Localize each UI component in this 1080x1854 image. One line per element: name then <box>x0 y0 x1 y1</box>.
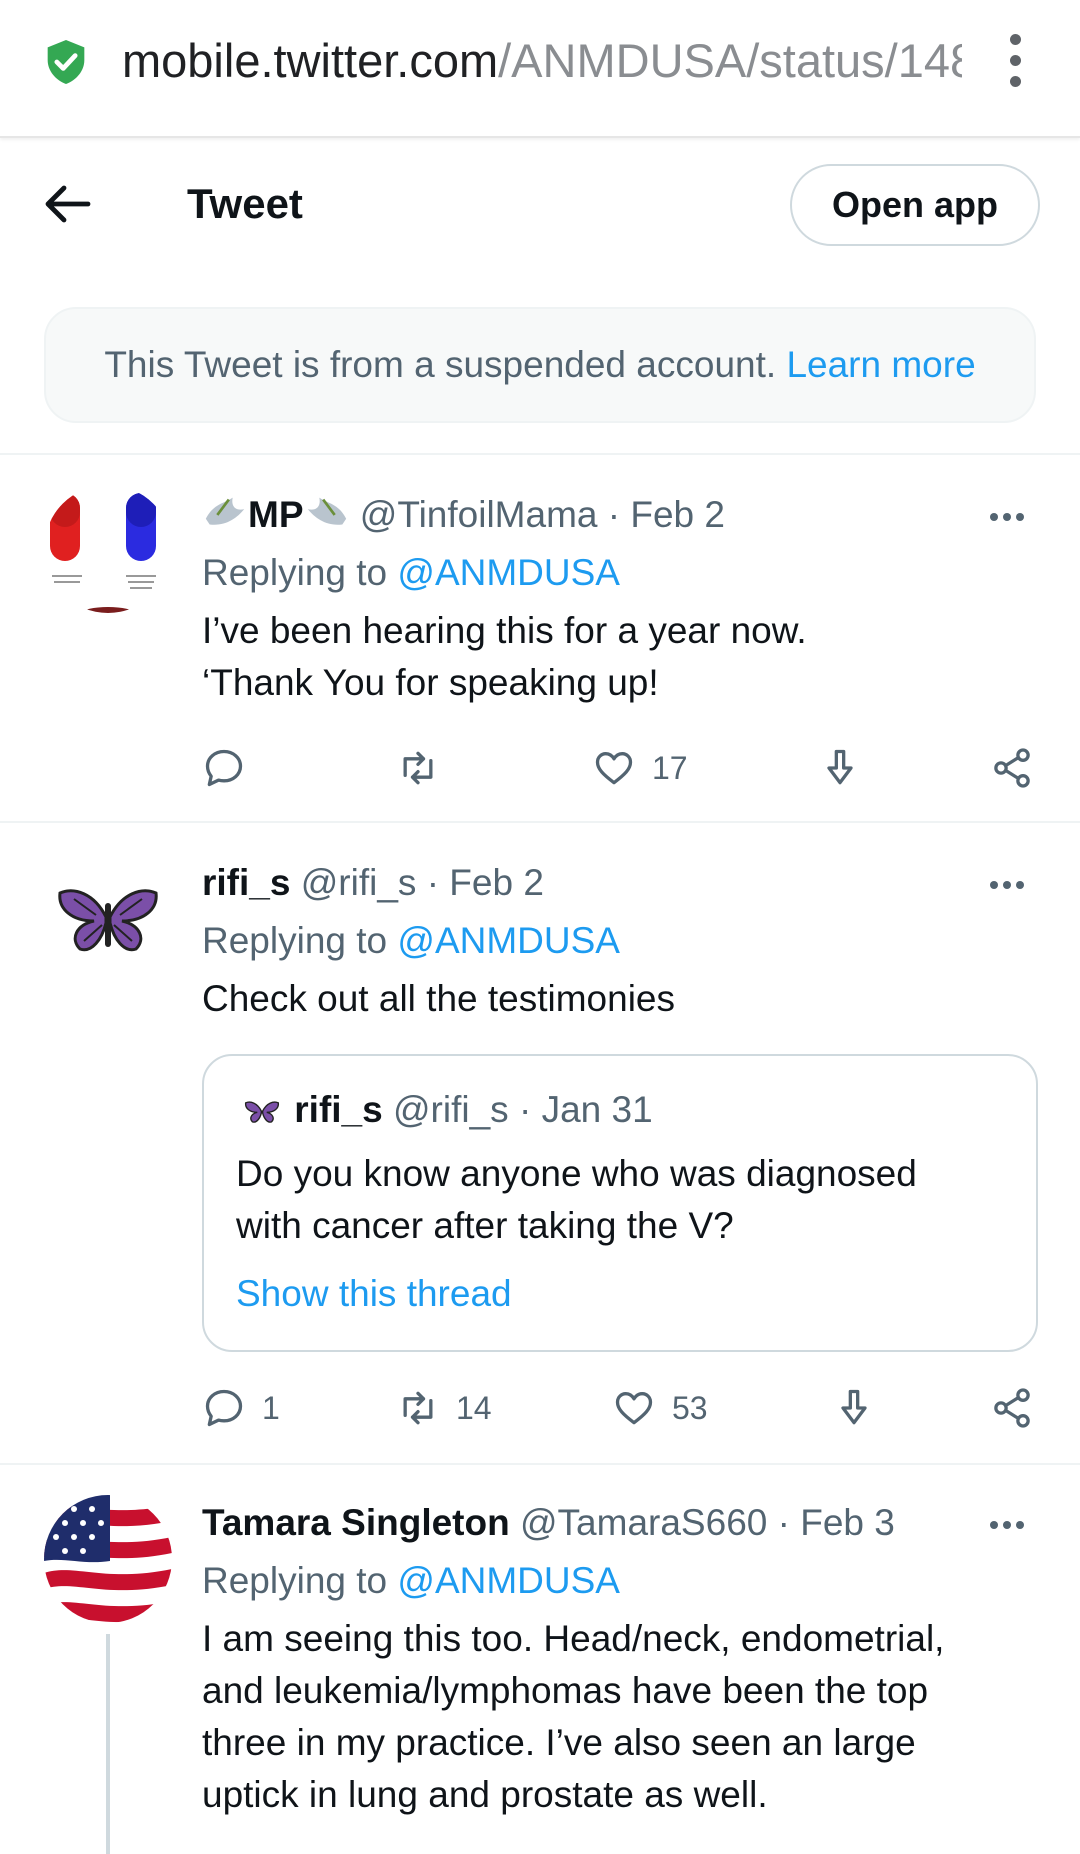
tweet-actions: 1 14 53 <box>0 1383 1080 1433</box>
handle[interactable]: @TamaraS660 <box>520 1502 767 1543</box>
like-count: 53 <box>672 1389 708 1426</box>
tweet-line: I am seeing this too. Head/neck, endomet… <box>202 1618 945 1659</box>
tweet-header: Tweet Open app <box>0 140 1080 270</box>
learn-more-link[interactable]: Learn more <box>786 344 975 385</box>
display-name[interactable]: Tamara Singleton <box>202 1502 510 1543</box>
more-options-icon[interactable] <box>990 1516 1034 1530</box>
share-icon <box>994 748 1030 788</box>
more-options-icon[interactable] <box>990 508 1034 522</box>
dove-icon <box>205 497 245 525</box>
quoted-date: · Jan 31 <box>518 1089 653 1130</box>
download-icon <box>841 1389 867 1425</box>
replying-handle[interactable]: @ANMDUSA <box>397 1560 620 1601</box>
replying-label: Replying to <box>202 920 388 961</box>
thread-connector-line <box>106 1634 110 1854</box>
reply-button[interactable]: 1 <box>202 1383 280 1433</box>
replying-handle[interactable]: @ANMDUSA <box>397 920 620 961</box>
american-flag-image <box>44 1495 172 1623</box>
replying-handle[interactable]: @ANMDUSA <box>397 552 620 593</box>
reply-icon <box>205 1389 243 1427</box>
browser-url-bar[interactable]: mobile.twitter.com/ANMDUSA/status/148 <box>0 0 1080 138</box>
share-button[interactable] <box>990 743 1034 793</box>
handle[interactable]: @TinfoilMama <box>360 494 598 535</box>
avatar[interactable] <box>44 853 172 981</box>
kebab-menu-icon[interactable] <box>1000 34 1030 88</box>
tweet-line: ‘Thank You for speaking up! <box>202 662 659 703</box>
reply-tweet[interactable]: rifi_s @rifi_s · Feb 2 Replying to @ANMD… <box>0 823 1080 1463</box>
reply-button[interactable] <box>202 743 246 793</box>
like-button[interactable]: 53 <box>612 1383 708 1433</box>
tweet-date[interactable]: · Feb 2 <box>427 862 544 903</box>
quoted-line: with cancer after taking the V? <box>236 1205 734 1246</box>
retweet-button[interactable] <box>396 743 440 793</box>
heart-icon <box>595 752 633 785</box>
handle[interactable]: @rifi_s <box>301 862 417 903</box>
url-text[interactable]: mobile.twitter.com/ANMDUSA/status/148 <box>122 30 962 92</box>
like-button[interactable]: 17 <box>592 743 688 793</box>
download-button[interactable] <box>818 743 862 793</box>
quoted-line: Do you know anyone who was diagnosed <box>236 1153 917 1194</box>
avatar[interactable] <box>44 485 172 613</box>
tweet-line: I’ve been hearing this for a year now. <box>202 610 807 651</box>
replying-to: Replying to @ANMDUSA <box>202 915 620 967</box>
quoted-display-name: rifi_s <box>294 1089 383 1130</box>
display-name[interactable]: MP <box>248 494 304 535</box>
tweet-text: Check out all the testimonies <box>202 973 1022 1025</box>
retweet-icon <box>403 1391 433 1425</box>
tweet-line: and leukemia/lymphomas have been the top <box>202 1670 929 1711</box>
download-icon <box>827 749 853 785</box>
purple-butterfly-image <box>44 853 172 981</box>
reply-count: 1 <box>262 1389 280 1426</box>
quoted-handle: @rifi_s <box>393 1089 509 1130</box>
reply-tweet[interactable]: Tamara Singleton @TamaraS660 · Feb 3 Rep… <box>0 1465 1080 1854</box>
tweet-date[interactable]: · Feb 2 <box>608 494 725 535</box>
replying-to: Replying to @ANMDUSA <box>202 1555 620 1607</box>
avatar[interactable] <box>44 1495 172 1623</box>
red-blue-pills-image <box>44 485 172 613</box>
dove-icon <box>307 497 346 525</box>
tweet-meta: rifi_s @rifi_s · Feb 2 <box>202 857 544 909</box>
retweet-count: 14 <box>456 1389 492 1426</box>
tweet-text: I’ve been hearing this for a year now. ‘… <box>202 605 1022 709</box>
url-host: mobile.twitter.com <box>122 34 499 87</box>
tweet-line: three in my practice. I’ve also seen an … <box>202 1722 916 1763</box>
url-path: /ANMDUSA/status/148 <box>498 34 962 87</box>
retweet-icon <box>403 751 433 785</box>
tweet-meta: MP @TinfoilMama · Feb 2 <box>202 489 725 541</box>
show-thread-link[interactable]: Show this thread <box>236 1268 512 1320</box>
suspended-notice-text: This Tweet is from a suspended account. <box>104 344 777 385</box>
retweet-button[interactable]: 14 <box>396 1383 492 1433</box>
more-options-icon[interactable] <box>990 876 1034 890</box>
replying-label: Replying to <box>202 552 388 593</box>
shield-check-icon <box>47 40 85 84</box>
tweet-line: Check out all the testimonies <box>202 978 676 1019</box>
like-count: 17 <box>652 749 688 786</box>
tweet-actions: 17 <box>0 743 1080 793</box>
quoted-tweet-meta: rifi_s @rifi_s · Jan 31 <box>240 1084 653 1136</box>
reply-icon <box>205 749 243 787</box>
tweet-date[interactable]: · Feb 3 <box>778 1502 895 1543</box>
butterfly-icon <box>244 1101 280 1123</box>
download-button[interactable] <box>832 1383 876 1433</box>
quoted-tweet[interactable]: rifi_s @rifi_s · Jan 31 Do you know anyo… <box>202 1054 1038 1352</box>
reply-tweet[interactable]: MP @TinfoilMama · Feb 2 Replying to @ANM… <box>0 455 1080 819</box>
suspended-notice: This Tweet is from a suspended account. … <box>44 307 1036 423</box>
share-button[interactable] <box>990 1383 1034 1433</box>
replying-to: Replying to @ANMDUSA <box>202 547 620 599</box>
display-name[interactable]: rifi_s <box>202 862 290 903</box>
arrow-left-icon[interactable] <box>44 184 92 224</box>
open-app-button[interactable]: Open app <box>790 164 1040 246</box>
tweet-text: I am seeing this too. Head/neck, endomet… <box>202 1613 1022 1821</box>
heart-icon <box>615 1392 653 1425</box>
quoted-tweet-text: Do you know anyone who was diagnosed wit… <box>236 1148 917 1252</box>
tweet-meta: Tamara Singleton @TamaraS660 · Feb 3 <box>202 1497 895 1549</box>
share-icon <box>994 1388 1030 1428</box>
tweet-line: uptick in lung and prostate as well. <box>202 1774 768 1815</box>
page-title: Tweet <box>187 180 303 227</box>
replying-label: Replying to <box>202 1560 388 1601</box>
